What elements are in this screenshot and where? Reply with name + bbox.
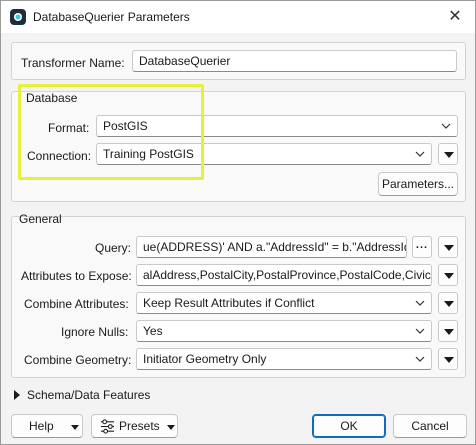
transformer-name-field[interactable]: DatabaseQuerier: [132, 50, 457, 72]
triangle-down-icon: [167, 425, 175, 430]
transformer-name-label: Transformer Name:: [21, 56, 125, 70]
title-bar: DatabaseQuerier Parameters ✕: [1, 1, 475, 33]
combine-attributes-label: Combine Attributes:: [24, 297, 129, 311]
combine-attributes-select[interactable]: Keep Result Attributes if Conflict: [136, 292, 432, 314]
triangle-right-icon: [14, 390, 20, 400]
combine-geometry-select[interactable]: Initiator Geometry Only: [136, 348, 432, 370]
schema-label: Schema/Data Features: [27, 388, 151, 402]
combine-attributes-menu-button[interactable]: [438, 292, 458, 314]
query-menu-button[interactable]: [438, 236, 458, 258]
attributes-menu-button[interactable]: [438, 264, 458, 286]
triangle-down-icon: [444, 357, 454, 363]
help-button[interactable]: Help: [11, 414, 83, 438]
sliders-icon: [100, 419, 115, 434]
chevron-down-icon: [415, 328, 425, 334]
ignore-nulls-value: Yes: [143, 324, 163, 338]
schema-expander[interactable]: Schema/Data Features: [9, 385, 169, 403]
query-edit-button[interactable]: ...: [412, 236, 432, 258]
chevron-down-icon: [415, 151, 425, 157]
combine-geometry-label: Combine Geometry:: [24, 353, 132, 367]
help-label: Help: [29, 419, 54, 433]
attributes-to-expose-label: Attributes to Expose:: [21, 269, 132, 283]
connection-menu-button[interactable]: [438, 143, 458, 165]
combine-attributes-value: Keep Result Attributes if Conflict: [143, 296, 315, 310]
presets-label: Presets: [119, 419, 160, 433]
triangle-down-icon: [71, 425, 79, 430]
database-highlight-box: [18, 84, 204, 180]
query-edit-ellipsis: ...: [415, 239, 429, 251]
chevron-down-icon: [415, 356, 425, 362]
query-label: Query:: [95, 241, 132, 255]
app-logo-icon: [10, 9, 26, 25]
combine-geometry-value: Initiator Geometry Only: [143, 352, 267, 366]
ignore-nulls-label: Ignore Nulls:: [61, 325, 129, 339]
triangle-down-icon: [444, 245, 454, 251]
triangle-down-icon: [444, 152, 454, 158]
window-title: DatabaseQuerier Parameters: [33, 10, 190, 24]
presets-button[interactable]: Presets: [91, 414, 178, 438]
cancel-button[interactable]: Cancel: [393, 414, 467, 438]
parameters-button[interactable]: Parameters...: [378, 172, 458, 196]
attributes-to-expose-field[interactable]: alAddress,PostalCity,PostalProvince,Post…: [136, 264, 432, 286]
close-button[interactable]: ✕: [445, 7, 465, 27]
query-field[interactable]: ue(ADDRESS)' AND a."AddressId" = b."Addr…: [136, 236, 407, 258]
triangle-down-icon: [444, 301, 454, 307]
triangle-down-icon: [444, 329, 454, 335]
ignore-nulls-select[interactable]: Yes: [136, 320, 432, 342]
triangle-down-icon: [444, 273, 454, 279]
combine-geometry-menu-button[interactable]: [438, 348, 458, 370]
ignore-nulls-menu-button[interactable]: [438, 320, 458, 342]
parameters-dialog: DatabaseQuerier Parameters ✕ Transformer…: [0, 0, 476, 445]
ok-button[interactable]: OK: [312, 414, 386, 438]
general-group-label: General: [19, 212, 62, 226]
chevron-down-icon: [441, 123, 451, 129]
chevron-down-icon: [415, 300, 425, 306]
